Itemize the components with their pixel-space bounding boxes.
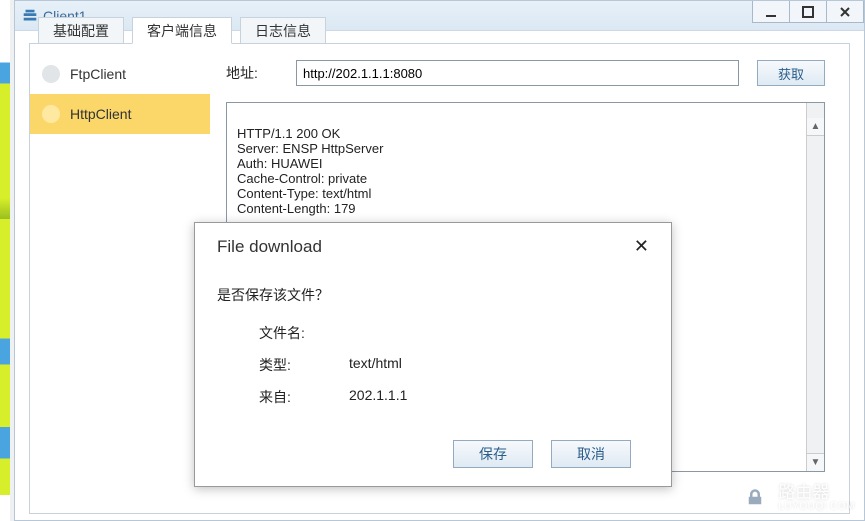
- dialog-question: 是否保存该文件？: [217, 285, 649, 305]
- cancel-button[interactable]: 取消: [551, 440, 631, 468]
- sidebar-item-httpclient[interactable]: HttpClient: [30, 94, 210, 134]
- sidebar: FtpClient HttpClient: [30, 48, 210, 513]
- dialog-row-filename: 文件名:: [259, 323, 649, 343]
- tab-log-info[interactable]: 日志信息: [240, 17, 326, 44]
- decor-left-strip: [0, 0, 10, 521]
- type-value: text/html: [349, 355, 402, 375]
- response-text: HTTP/1.1 200 OK Server: ENSP HttpServer …: [237, 126, 383, 216]
- scroll-up-icon[interactable]: ▲: [807, 118, 824, 136]
- scrollbar[interactable]: ▲ ▼: [806, 103, 824, 471]
- sidebar-item-label: FtpClient: [70, 66, 126, 82]
- from-value: 202.1.1.1: [349, 387, 407, 407]
- filename-label: 文件名:: [259, 323, 349, 343]
- dialog-header: File download ✕: [217, 237, 649, 257]
- tab-basic-config[interactable]: 基础配置: [38, 17, 124, 44]
- type-label: 类型:: [259, 355, 349, 375]
- fetch-button[interactable]: 获取: [757, 60, 825, 86]
- dialog-buttons: 保存 取消: [453, 440, 631, 468]
- save-button[interactable]: 保存: [453, 440, 533, 468]
- dialog-row-from: 来自: 202.1.1.1: [259, 387, 649, 407]
- address-input[interactable]: [296, 60, 739, 86]
- from-label: 来自:: [259, 387, 349, 407]
- dialog-title: File download: [217, 237, 322, 257]
- tab-client-info[interactable]: 客户端信息: [132, 17, 232, 44]
- dot-icon: [42, 105, 60, 123]
- sidebar-item-label: HttpClient: [70, 106, 131, 122]
- dialog-fields: 文件名: 类型: text/html 来自: 202.1.1.1: [217, 323, 649, 407]
- dot-icon: [42, 65, 60, 83]
- dialog-row-type: 类型: text/html: [259, 355, 649, 375]
- address-label: 地址:: [226, 63, 278, 83]
- sidebar-item-ftpclient[interactable]: FtpClient: [30, 54, 210, 94]
- tabs: 基础配置 客户端信息 日志信息: [30, 17, 849, 44]
- scroll-down-icon[interactable]: ▼: [807, 453, 824, 471]
- dialog-close-icon[interactable]: ✕: [634, 237, 649, 255]
- file-download-dialog: File download ✕ 是否保存该文件？ 文件名: 类型: text/h…: [194, 222, 672, 487]
- address-row: 地址: 获取: [226, 60, 825, 86]
